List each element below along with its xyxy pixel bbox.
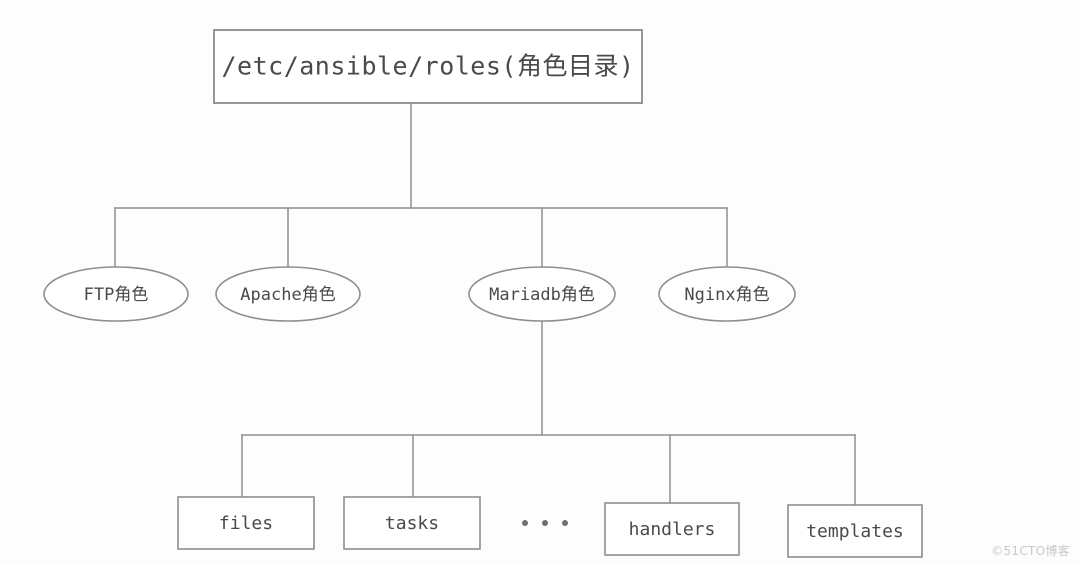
edge-subdirs-drops (241, 434, 856, 506)
subdir-node-layer: files tasks handlers templates (177, 496, 923, 558)
node-handlers-dir[interactable]: handlers (604, 502, 740, 556)
diagram-canvas: /etc/ansible/roles(角色目录) FTP角色 Apache角色 Ma… (43, 29, 923, 558)
role-node-layer: FTP角色 Apache角色 Mariadb角色 Nginx角色 (43, 266, 796, 322)
ellipsis-dot-1 (522, 520, 528, 526)
handlers-dir-label: handlers (629, 519, 716, 540)
node-apache-role[interactable]: Apache角色 (215, 266, 361, 322)
nginx-role-label: Nginx角色 (684, 285, 769, 305)
files-dir-label: files (219, 513, 273, 534)
tasks-dir-label: tasks (385, 513, 439, 534)
more-subdirs-ellipsis (522, 520, 568, 526)
roles-dir-label: /etc/ansible/roles(角色目录) (221, 52, 634, 81)
ftp-role-label: FTP角色 (84, 285, 149, 305)
node-roles-dir[interactable]: /etc/ansible/roles(角色目录) (213, 29, 643, 104)
node-nginx-role[interactable]: Nginx角色 (658, 266, 796, 322)
watermark: ©51CTO博客 (991, 544, 1070, 558)
node-templates-dir[interactable]: templates (787, 504, 923, 558)
node-ftp-role[interactable]: FTP角色 (43, 266, 189, 322)
ellipsis-dot-2 (542, 520, 548, 526)
apache-role-label: Apache角色 (240, 285, 335, 305)
ellipsis-dot-3 (562, 520, 568, 526)
diagram-root: /etc/ansible/roles(角色目录) FTP角色 Apache角色 Ma… (0, 0, 1080, 565)
node-tasks-dir[interactable]: tasks (343, 496, 481, 550)
edge-roles-drops (114, 207, 728, 268)
templates-dir-label: templates (806, 521, 904, 542)
node-files-dir[interactable]: files (177, 496, 315, 550)
mariadb-role-label: Mariadb角色 (489, 285, 595, 305)
node-mariadb-role[interactable]: Mariadb角色 (468, 266, 616, 322)
